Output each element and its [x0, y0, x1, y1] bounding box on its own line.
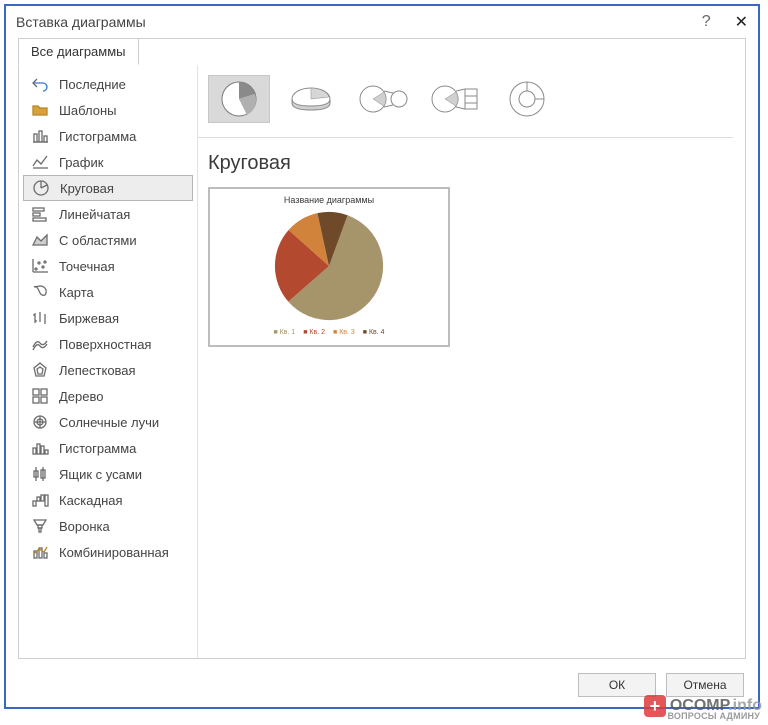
sidebar-item-tree[interactable]: Дерево: [19, 383, 197, 409]
histogram-icon: [31, 439, 49, 457]
sidebar-item-radar[interactable]: Лепестковая: [19, 357, 197, 383]
sidebar-item-stock[interactable]: Биржевая: [19, 305, 197, 331]
help-icon[interactable]: ?: [702, 13, 711, 31]
columns-icon: [31, 127, 49, 145]
sidebar-item-funnel[interactable]: Воронка: [19, 513, 197, 539]
area-icon: [31, 231, 49, 249]
stock-icon: [31, 309, 49, 327]
preview-legend: Кв. 1 Кв. 2 Кв. 3 Кв. 4: [273, 329, 384, 336]
sidebar-item-scatter[interactable]: Точечная: [19, 253, 197, 279]
boxplot-icon: [31, 465, 49, 483]
sunburst-icon: [31, 413, 49, 431]
pie-chart-icon: [264, 207, 394, 325]
folder-icon: [31, 101, 49, 119]
scatter-icon: [31, 257, 49, 275]
sidebar-item-label: С областями: [59, 233, 137, 248]
main-pane: Круговая Название диаграммы Кв. 1 Кв. 2 …: [197, 65, 745, 658]
sidebar-item-surface[interactable]: Поверхностная: [19, 331, 197, 357]
tab-strip: Все диаграммы: [19, 38, 745, 65]
pie-icon: [32, 179, 50, 197]
sidebar-item-label: Круговая: [60, 181, 114, 196]
sidebar-item-label: Гистограмма: [59, 129, 136, 144]
dialog-buttons: ОК Отмена: [6, 667, 758, 707]
sidebar-item-sunburst[interactable]: Солнечные лучи: [19, 409, 197, 435]
titlebar: Вставка диаграммы ? ✕: [6, 6, 758, 38]
pie-3d-icon: [288, 79, 334, 119]
sidebar-item-columns[interactable]: Гистограмма: [19, 123, 197, 149]
sidebar-item-label: Каскадная: [59, 493, 123, 508]
pie-of-pie-icon: [357, 79, 409, 119]
funnel-icon: [31, 517, 49, 535]
sidebar-item-label: Карта: [59, 285, 94, 300]
sidebar-item-area[interactable]: С областями: [19, 227, 197, 253]
insert-chart-dialog: Вставка диаграммы ? ✕ Все диаграммы Посл…: [4, 4, 760, 709]
subtype-pie-of-pie[interactable]: [352, 75, 414, 123]
sidebar-item-line[interactable]: График: [19, 149, 197, 175]
surface-icon: [31, 335, 49, 353]
sidebar-item-waterfall[interactable]: Каскадная: [19, 487, 197, 513]
sidebar-item-combo[interactable]: Комбинированная: [19, 539, 197, 565]
subtype-doughnut[interactable]: [496, 75, 558, 123]
sidebar-item-label: Точечная: [59, 259, 115, 274]
radar-icon: [31, 361, 49, 379]
bars-h-icon: [31, 205, 49, 223]
category-sidebar: Последние Шаблоны Гистограмма График Кру…: [19, 65, 197, 658]
bar-of-pie-icon: [429, 79, 481, 119]
subtype-row: [198, 71, 733, 138]
doughnut-icon: [505, 79, 549, 119]
sidebar-item-map[interactable]: Карта: [19, 279, 197, 305]
sidebar-item-label: Ящик с усами: [59, 467, 142, 482]
sidebar-item-label: Дерево: [59, 389, 103, 404]
subtype-title: Круговая: [198, 138, 745, 185]
ok-button[interactable]: ОК: [578, 673, 656, 697]
undo-icon: [31, 75, 49, 93]
combo-icon: [31, 543, 49, 561]
sidebar-item-histogram[interactable]: Гистограмма: [19, 435, 197, 461]
subtype-bar-of-pie[interactable]: [424, 75, 486, 123]
sidebar-item-label: Гистограмма: [59, 441, 136, 456]
preview-title: Название диаграммы: [284, 195, 374, 205]
client-area: Все диаграммы Последние Шаблоны Гистогра…: [18, 38, 746, 659]
sidebar-item-label: Солнечные лучи: [59, 415, 159, 430]
cancel-button[interactable]: Отмена: [666, 673, 744, 697]
tree-icon: [31, 387, 49, 405]
close-icon[interactable]: ✕: [735, 12, 748, 32]
dialog-title: Вставка диаграммы: [16, 14, 146, 30]
tab-all-charts[interactable]: Все диаграммы: [18, 38, 139, 65]
sidebar-item-pie[interactable]: Круговая: [23, 175, 193, 201]
sidebar-item-undo[interactable]: Последние: [19, 71, 197, 97]
waterfall-icon: [31, 491, 49, 509]
sidebar-item-bars-h[interactable]: Линейчатая: [19, 201, 197, 227]
sidebar-item-label: Шаблоны: [59, 103, 117, 118]
sidebar-item-label: График: [59, 155, 103, 170]
map-icon: [31, 283, 49, 301]
sidebar-item-boxplot[interactable]: Ящик с усами: [19, 461, 197, 487]
subtype-pie-3d[interactable]: [280, 75, 342, 123]
sidebar-item-label: Линейчатая: [59, 207, 130, 222]
subtype-pie[interactable]: [208, 75, 270, 123]
sidebar-item-label: Биржевая: [59, 311, 119, 326]
chart-preview[interactable]: Название диаграммы Кв. 1 Кв. 2 Кв. 3 Кв.…: [208, 187, 450, 347]
sidebar-item-label: Последние: [59, 77, 126, 92]
line-icon: [31, 153, 49, 171]
sidebar-item-label: Воронка: [59, 519, 110, 534]
pie-icon: [217, 79, 261, 119]
sidebar-item-folder[interactable]: Шаблоны: [19, 97, 197, 123]
sidebar-item-label: Поверхностная: [59, 337, 151, 352]
sidebar-item-label: Лепестковая: [59, 363, 136, 378]
sidebar-item-label: Комбинированная: [59, 545, 169, 560]
